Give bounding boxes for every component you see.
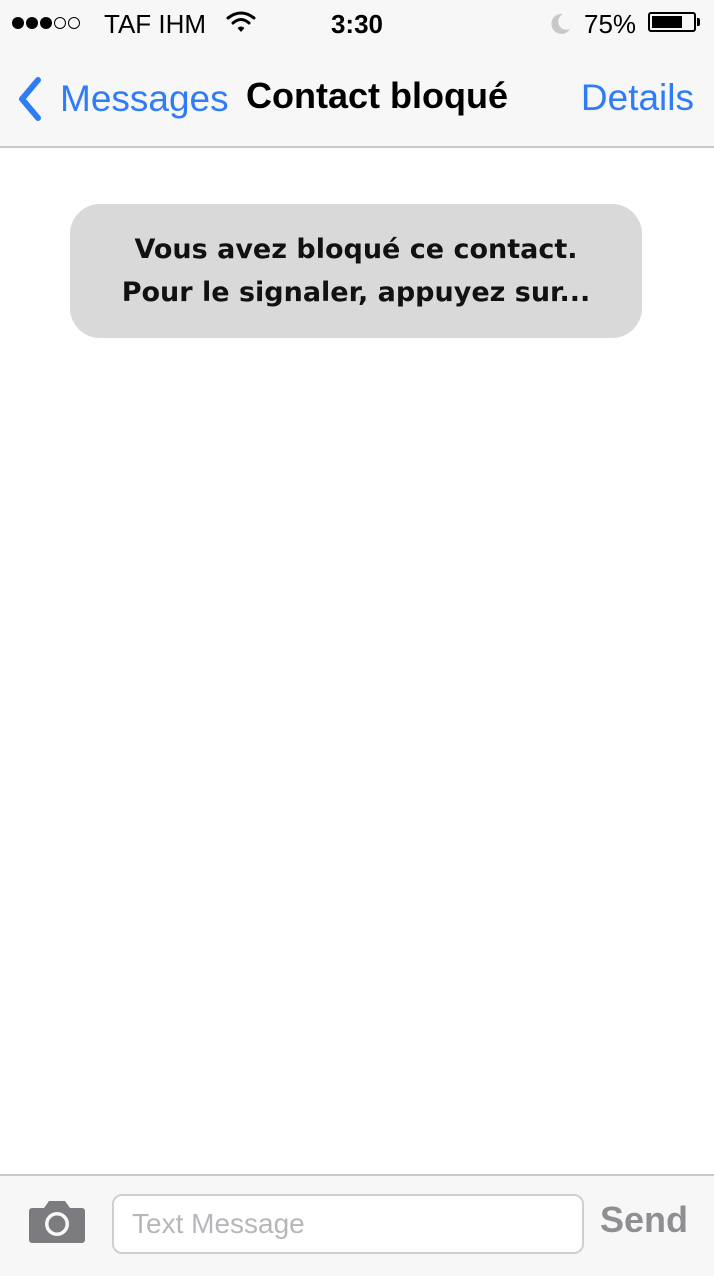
battery-icon bbox=[648, 12, 696, 32]
moon-icon bbox=[548, 12, 572, 41]
navigation-bar: Messages Contact bloqué Details bbox=[0, 48, 714, 148]
camera-icon[interactable] bbox=[28, 1198, 86, 1249]
messages-screen: TAF IHM 3:30 75% Messages Contact bloqué… bbox=[0, 0, 714, 1276]
battery-terminal bbox=[697, 18, 700, 26]
battery-percentage: 75% bbox=[584, 9, 637, 39]
details-button[interactable]: Details bbox=[581, 76, 694, 120]
chevron-left-icon bbox=[19, 77, 41, 121]
send-button[interactable]: Send bbox=[600, 1198, 688, 1242]
message-input[interactable] bbox=[112, 1194, 584, 1254]
conversation-title: Contact bloqué bbox=[246, 75, 508, 116]
status-bar: TAF IHM 3:30 75% bbox=[0, 0, 714, 48]
battery-level-fill bbox=[652, 16, 682, 28]
back-button-label: Messages bbox=[60, 78, 229, 119]
message-bubble[interactable]: Vous avez bloqué ce contact. Pour le sig… bbox=[70, 204, 642, 338]
back-button[interactable]: Messages bbox=[14, 76, 229, 122]
compose-bar: Send bbox=[0, 1174, 714, 1276]
